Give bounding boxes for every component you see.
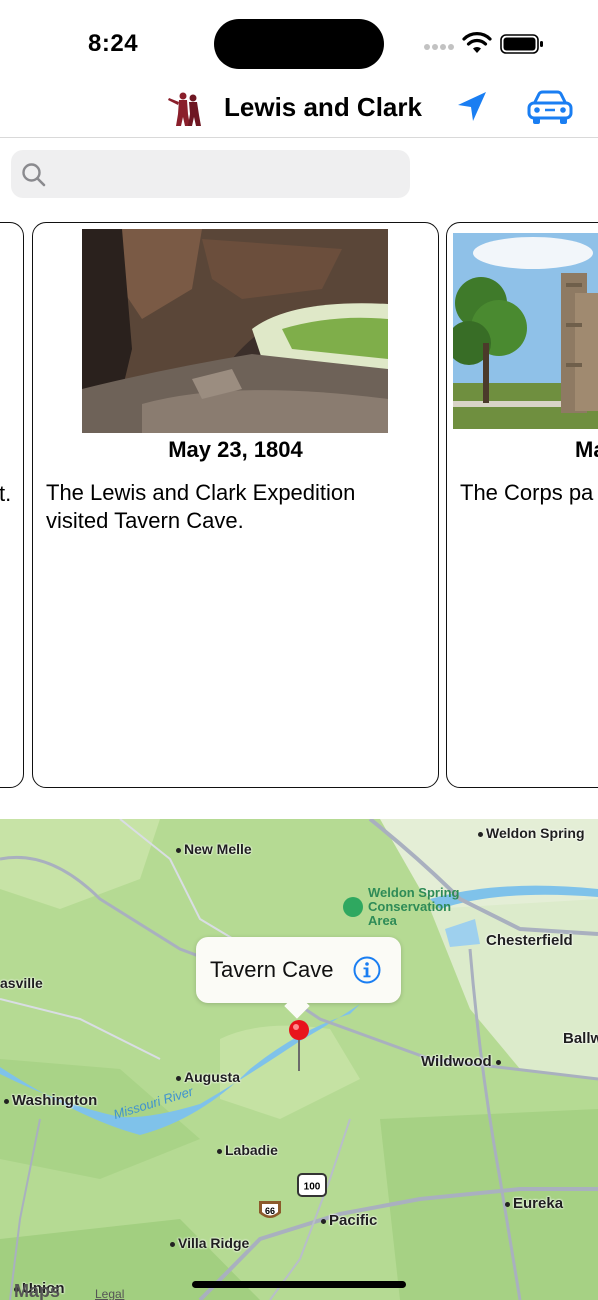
callout-title: Tavern Cave <box>210 957 334 982</box>
map-callout[interactable]: Tavern Cave <box>196 937 401 1019</box>
maps-brand-logo: Maps <box>14 1281 61 1300</box>
map-label-chesterfield: Chesterfield <box>486 932 573 949</box>
status-bar: 8:24 <box>0 0 598 86</box>
map-label-asville: asville <box>0 975 43 991</box>
map-label-ballwin: Ballw <box>563 1030 598 1047</box>
page-title: Lewis and Clark <box>224 92 422 122</box>
info-icon[interactable] <box>352 955 382 985</box>
highway-100-label: 100 <box>304 1182 321 1193</box>
map-poi-label: Weldon Spring Conservation Area <box>368 885 460 928</box>
battery-icon <box>500 34 543 54</box>
cellular-signal-icon <box>424 44 456 52</box>
map-label-weldon-spring: Weldon Spring <box>478 825 585 841</box>
map-label-new-melle: New Melle <box>176 841 252 857</box>
legal-link[interactable]: Legal <box>95 1287 124 1300</box>
map-label-washington: Washington <box>4 1092 97 1109</box>
dynamic-island <box>214 19 384 69</box>
tavern-cave-photo <box>82 229 388 433</box>
event-card-previous[interactable]: t. <box>0 222 24 788</box>
navigation-bar: Lewis and Clark <box>0 86 598 138</box>
search-input[interactable] <box>55 150 395 198</box>
status-time: 8:24 <box>88 30 139 57</box>
park-icon <box>343 897 363 917</box>
map-label-wildwood: Wildwood <box>421 1053 504 1070</box>
card-date: Ma <box>575 437 598 462</box>
car-icon[interactable] <box>524 86 576 128</box>
map-label-pacific: Pacific <box>321 1212 377 1229</box>
map-label-eureka: Eureka <box>505 1195 563 1212</box>
event-card[interactable]: May 23, 1804 The Lewis and Clark Expedit… <box>32 222 439 788</box>
home-indicator[interactable] <box>192 1281 406 1288</box>
event-cards-carousel[interactable]: t. May 23, 1804 The Lewis and Clark Expe… <box>0 220 598 792</box>
wifi-icon <box>462 32 492 53</box>
search-icon <box>22 163 46 187</box>
route-66-shield-icon[interactable]: 66 <box>257 1199 283 1223</box>
map-label-labadie: Labadie <box>217 1142 278 1158</box>
search-field[interactable] <box>11 150 410 198</box>
card-date: May 23, 1804 <box>168 437 303 462</box>
map-label-villa-ridge: Villa Ridge <box>170 1235 249 1251</box>
highway-100-shield-icon[interactable]: 100 <box>297 1173 327 1197</box>
map-view[interactable]: Weldon Spring New Melle Chesterfield asv… <box>0 819 598 1300</box>
map-label-augusta: Augusta <box>176 1069 240 1085</box>
event-card-next[interactable]: Ma The Corps pa Settlement. <box>446 222 598 788</box>
lewis-clark-statue-logo-icon <box>168 92 201 126</box>
card-description: The Lewis and Clark Expedition visited T… <box>46 480 356 533</box>
location-arrow-icon[interactable] <box>452 88 492 126</box>
settlement-photo <box>453 233 598 429</box>
card-description: The Corps pa Settlement. <box>460 480 598 505</box>
card-description: t. <box>0 481 12 506</box>
map-pin-icon[interactable] <box>288 1019 310 1075</box>
route-66-label: 66 <box>265 1206 275 1216</box>
